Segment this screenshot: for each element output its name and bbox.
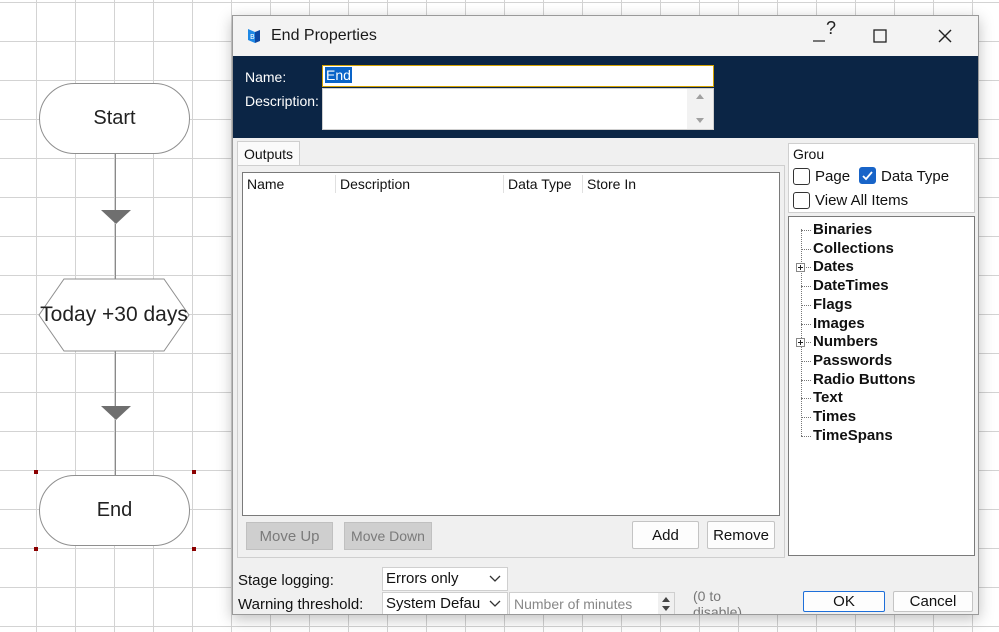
- close-button[interactable]: [925, 20, 965, 52]
- ok-button[interactable]: OK: [803, 591, 885, 612]
- warning-threshold-value: System Defau: [386, 595, 481, 612]
- selection-handle[interactable]: [34, 547, 38, 551]
- data-type-checkbox-label[interactable]: Data Type: [881, 168, 949, 185]
- expand-plus-icon[interactable]: [796, 263, 805, 273]
- minimize-button[interactable]: [799, 20, 839, 52]
- tree-item[interactable]: Radio Buttons: [813, 370, 916, 389]
- chevron-down-icon: [489, 575, 501, 582]
- connector-line: [115, 224, 116, 279]
- tree-connector: [801, 229, 802, 436]
- properties-header: Name: End Description:: [233, 56, 978, 138]
- tree-connector: [801, 230, 811, 231]
- outputs-grid-header: Name Description Data Type Store In: [243, 173, 779, 195]
- connector-arrow: [101, 210, 131, 224]
- end-stage-label: End: [96, 499, 133, 521]
- tree-item[interactable]: Binaries: [813, 220, 872, 239]
- stage-logging-label: Stage logging:: [238, 572, 334, 589]
- page-checkbox-label[interactable]: Page: [815, 168, 850, 185]
- expand-plus-icon[interactable]: [796, 338, 805, 348]
- app-icon: B: [245, 27, 263, 50]
- checkmark-icon: [862, 171, 873, 181]
- name-field-value: End: [325, 67, 352, 83]
- dialog-title: End Properties: [271, 27, 377, 44]
- svg-text:B: B: [250, 33, 255, 41]
- tree-connector: [801, 323, 811, 325]
- tab-outputs[interactable]: Outputs: [237, 141, 301, 166]
- minimize-icon: [813, 40, 825, 42]
- view-all-items-checkbox[interactable]: [793, 192, 810, 209]
- page-checkbox[interactable]: [793, 168, 810, 185]
- connector-line: [115, 420, 116, 476]
- minutes-input[interactable]: Number of minutes: [509, 592, 675, 614]
- group-options: Grou Page Data Type View All Items: [788, 143, 975, 213]
- tree-item[interactable]: Passwords: [813, 351, 892, 370]
- close-icon: [938, 29, 952, 43]
- warning-threshold-label: Warning threshold:: [238, 596, 364, 613]
- selection-handle[interactable]: [192, 470, 196, 474]
- tree-item[interactable]: Text: [813, 388, 843, 407]
- data-type-checkbox[interactable]: [859, 167, 876, 184]
- column-header-name[interactable]: Name: [243, 175, 336, 193]
- stage-logging-select[interactable]: Errors only: [382, 567, 508, 591]
- move-down-button[interactable]: Move Down: [344, 522, 432, 550]
- connector-line: [115, 154, 116, 212]
- description-scrollbar[interactable]: [687, 89, 713, 129]
- column-header-store-in[interactable]: Store In: [583, 175, 683, 193]
- outputs-grid[interactable]: Name Description Data Type Store In: [242, 172, 780, 516]
- name-label: Name:: [245, 69, 287, 85]
- tree-item[interactable]: Collections: [813, 239, 894, 258]
- chevron-down-icon: [489, 600, 501, 607]
- name-field[interactable]: End: [322, 65, 714, 87]
- calculation-stage[interactable]: Today +30 days: [38, 278, 190, 352]
- minutes-spinner[interactable]: [658, 593, 674, 614]
- connector-arrow: [101, 406, 131, 420]
- tree-connector: [801, 398, 811, 400]
- start-stage-label: Start: [93, 107, 136, 129]
- description-field[interactable]: [322, 88, 714, 130]
- tree-item[interactable]: DateTimes: [813, 276, 889, 295]
- tree-item[interactable]: Flags: [813, 295, 852, 314]
- move-up-button[interactable]: Move Up: [246, 522, 333, 550]
- tree-connector: [801, 417, 811, 418]
- tree-item[interactable]: Images: [813, 314, 865, 333]
- tree-item[interactable]: Dates: [813, 257, 854, 276]
- maximize-icon: [873, 29, 887, 43]
- add-button[interactable]: Add: [632, 521, 699, 549]
- start-stage[interactable]: Start: [39, 83, 190, 154]
- end-stage[interactable]: End: [39, 475, 190, 546]
- tree-connector: [801, 248, 811, 250]
- view-all-items-label[interactable]: View All Items: [815, 192, 908, 209]
- stage-logging-value: Errors only: [386, 570, 459, 587]
- tree-item[interactable]: Numbers: [813, 332, 878, 351]
- tree-connector: [801, 435, 811, 437]
- column-header-data-type[interactable]: Data Type: [504, 175, 583, 193]
- title-bar[interactable]: B End Properties ?: [233, 16, 978, 56]
- end-properties-dialog: B End Properties ? Name: End Description…: [232, 15, 979, 615]
- tree-connector: [801, 379, 811, 381]
- outputs-panel: Name Description Data Type Store In Move…: [237, 165, 785, 558]
- selection-handle[interactable]: [192, 547, 196, 551]
- tree-connector: [801, 360, 811, 362]
- data-type-tree[interactable]: Binaries Collections Dates DateTimes Flags Im…: [788, 216, 975, 556]
- description-label: Description:: [245, 93, 319, 109]
- scroll-arrows-icon: [696, 94, 704, 123]
- connector-line: [115, 351, 116, 407]
- tree-connector: [801, 304, 811, 306]
- minutes-placeholder: Number of minutes: [514, 596, 633, 612]
- maximize-button[interactable]: [860, 20, 900, 52]
- tree-connector: [801, 286, 811, 288]
- disable-hint: (0 to disable): [693, 588, 743, 615]
- column-header-description[interactable]: Description: [336, 175, 504, 193]
- group-title: Grou: [793, 146, 825, 162]
- remove-button[interactable]: Remove: [707, 521, 775, 549]
- selection-handle[interactable]: [34, 470, 38, 474]
- calculation-stage-label: Today +30 days: [40, 303, 188, 326]
- tree-item[interactable]: Times: [813, 407, 856, 426]
- cancel-button[interactable]: Cancel: [893, 591, 973, 612]
- warning-threshold-select[interactable]: System Defau: [382, 592, 508, 614]
- tree-item[interactable]: TimeSpans: [813, 426, 893, 445]
- spinner-arrows-icon: [662, 597, 670, 611]
